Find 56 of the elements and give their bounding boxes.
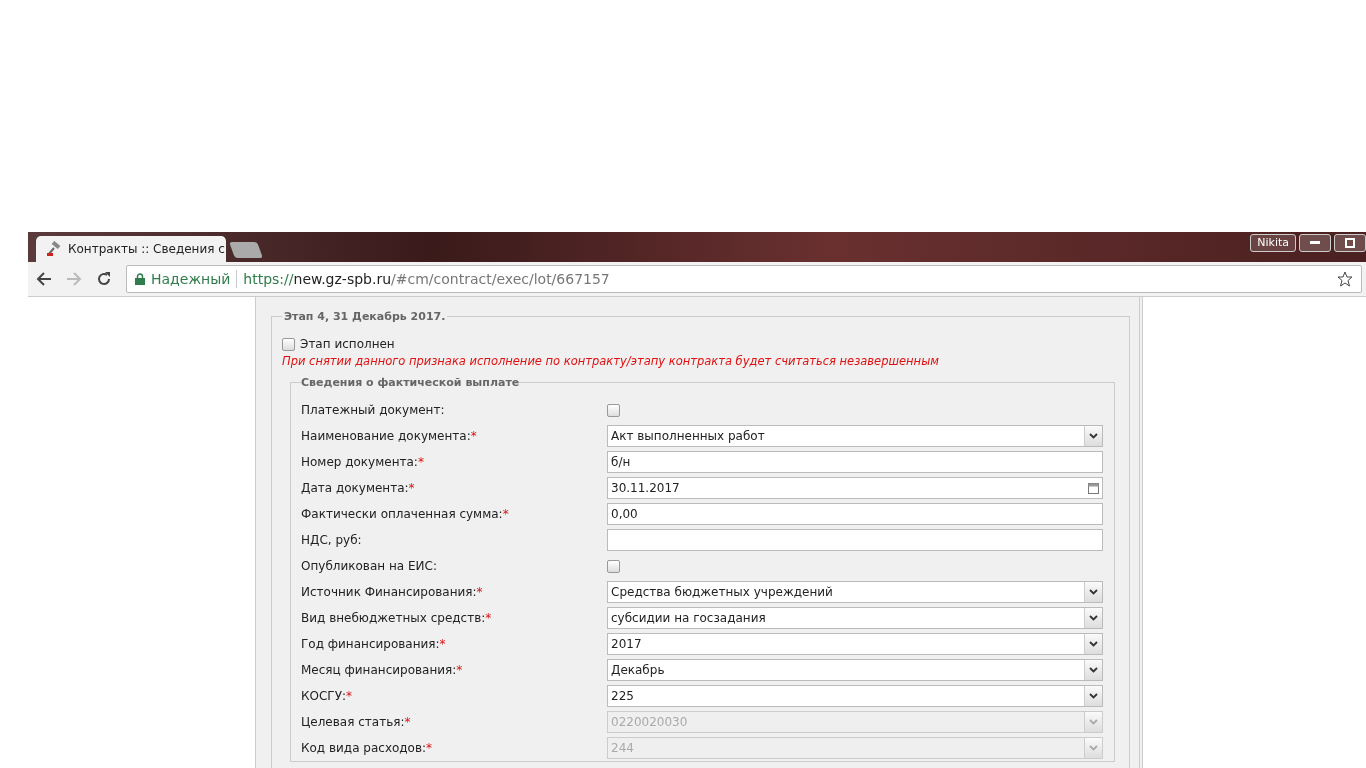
dropdown-field[interactable]: Средства бюджетных учреждений: [607, 581, 1103, 603]
checkbox[interactable]: [607, 559, 620, 573]
address-bar[interactable]: Надежный https://new.gz-spb.ru/#cm/contract/exec/lot/667157: [126, 265, 1362, 293]
field-label: Месяц финансирования:*: [301, 663, 464, 677]
field-label: Опубликован на ЕИС:: [301, 559, 438, 573]
caret-icon: [1089, 433, 1098, 439]
reload-icon[interactable]: [96, 271, 112, 287]
caret-icon: [1089, 589, 1098, 595]
stage-title: Этап 4, 31 Декабрь 2017.: [283, 310, 447, 323]
field-label: Фактически оплаченная сумма:*: [301, 507, 510, 521]
dropdown-field[interactable]: Акт выполненных работ: [607, 425, 1103, 447]
caret-icon: [1089, 719, 1098, 725]
field-label: Целевая статья:*: [301, 715, 412, 729]
dropdown-field[interactable]: 2017: [607, 633, 1103, 655]
warning-text: При снятии данного признака исполнение по контракту/этапу контракта будет считаться незавершенным: [282, 354, 940, 368]
back-icon[interactable]: [36, 271, 52, 287]
field-label: Дата документа:*: [301, 481, 416, 495]
dropdown-field[interactable]: субсидии на госзадания: [607, 607, 1103, 629]
field-label: НДС, руб:: [301, 533, 363, 547]
caret-icon: [1089, 745, 1098, 751]
star-icon[interactable]: [1337, 271, 1353, 287]
restore-button[interactable]: [1334, 234, 1366, 252]
field-label: КОСГУ:*: [301, 689, 354, 703]
profile-button[interactable]: Nikita: [1250, 234, 1296, 252]
field-label: Наименование документа:*: [301, 429, 478, 443]
field-label: Источник Финансирования:*: [301, 585, 484, 599]
restore-icon: [1345, 238, 1355, 248]
date-field[interactable]: 30.11.2017: [607, 477, 1103, 499]
tab-title: Контракты :: Сведения с: [68, 242, 225, 256]
caret-icon: [1089, 641, 1098, 647]
field-label: Код вида расходов:*: [301, 741, 434, 755]
field-label: Вид внебюджетных средств:*: [301, 611, 493, 625]
gavel-icon: [46, 241, 62, 257]
minimize-icon: [1310, 241, 1320, 245]
browser-tab[interactable]: Контракты :: Сведения с: [36, 236, 226, 262]
security-label: Надежный: [151, 271, 231, 287]
lock-icon: [135, 273, 145, 285]
url-text: https://new.gz-spb.ru/#cm/contract/exec/lot/667157: [243, 271, 610, 287]
input-field[interactable]: [607, 529, 1103, 551]
checkbox[interactable]: [282, 337, 295, 351]
caret-icon: [1089, 615, 1098, 621]
caret-icon: [1089, 667, 1098, 673]
field-label: Платежный документ:: [301, 403, 446, 417]
field-label: Год финансирования:*: [301, 637, 447, 651]
input-field[interactable]: 0,00: [607, 503, 1103, 525]
dropdown-field[interactable]: Декабрь: [607, 659, 1103, 681]
checkbox[interactable]: [607, 403, 620, 417]
dropdown-field[interactable]: 225: [607, 685, 1103, 707]
calendar-icon[interactable]: [1088, 482, 1099, 494]
caret-icon: [1089, 693, 1098, 699]
section-title: Сведения о фактической выплате: [301, 376, 520, 389]
checkbox-label: Этап исполнен: [300, 337, 395, 351]
minimize-button[interactable]: [1299, 234, 1331, 252]
field-label: Номер документа:*: [301, 455, 425, 469]
input-field[interactable]: б/н: [607, 451, 1103, 473]
new-tab-button[interactable]: [229, 242, 263, 258]
